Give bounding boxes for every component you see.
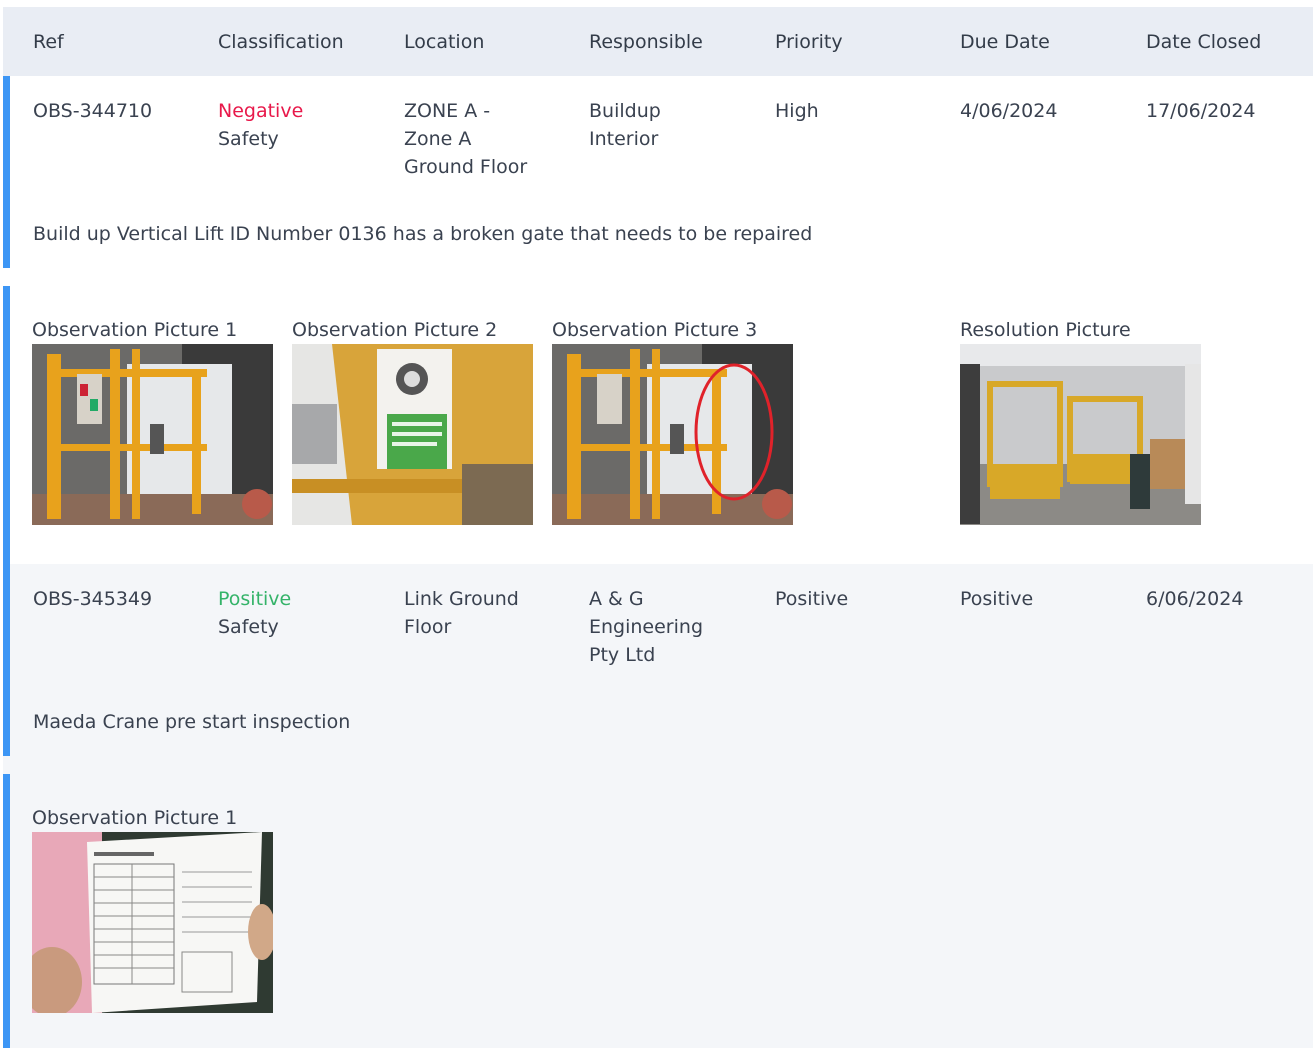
classification-sub: Safety <box>218 128 279 150</box>
table-row[interactable]: OBS-345349 Positive Safety Link Ground F… <box>3 564 1313 1048</box>
cell-date-closed: 17/06/2024 <box>1146 100 1256 122</box>
row-accent-bar <box>3 564 10 756</box>
header-responsible[interactable]: Responsible <box>589 31 703 53</box>
table-header: Ref Classification Location Responsible … <box>3 7 1313 76</box>
cell-date-closed: 6/06/2024 <box>1146 588 1244 610</box>
header-location[interactable]: Location <box>404 31 484 53</box>
header-classification[interactable]: Classification <box>218 31 344 53</box>
location-line: Zone A <box>404 128 472 150</box>
classification-type: Negative <box>218 100 304 122</box>
responsible-line: Buildup <box>589 100 661 122</box>
cell-location: ZONE A - Zone A Ground Floor <box>404 97 574 181</box>
cell-classification: Positive Safety <box>218 585 388 641</box>
picture-label: Observation Picture 2 <box>292 319 498 341</box>
observation-description: Build up Vertical Lift ID Number 0136 ha… <box>33 223 813 245</box>
lift-gate-photo[interactable] <box>32 344 273 525</box>
cell-ref: OBS-344710 <box>33 100 153 122</box>
row-accent-bar <box>3 76 10 268</box>
equipment-sticker-photo[interactable] <box>292 344 533 525</box>
lift-gate-circled-photo[interactable] <box>552 344 793 525</box>
row-accent-bar <box>3 774 10 1048</box>
row-accent-bar <box>3 286 10 566</box>
cell-due-date: 4/06/2024 <box>960 100 1058 122</box>
responsible-line: A & G <box>589 588 644 610</box>
cell-responsible: Buildup Interior <box>589 97 759 153</box>
location-line: Ground Floor <box>404 156 528 178</box>
header-due-date[interactable]: Due Date <box>960 31 1050 53</box>
header-ref[interactable]: Ref <box>33 31 64 53</box>
cell-priority: Positive <box>775 588 849 610</box>
responsible-line: Pty Ltd <box>589 644 656 666</box>
cell-due-date: Positive <box>960 588 1034 610</box>
picture-label: Observation Picture 3 <box>552 319 758 341</box>
responsible-line: Engineering <box>589 616 703 638</box>
inspection-form-photo[interactable] <box>32 832 273 1013</box>
observation-description: Maeda Crane pre start inspection <box>33 711 351 733</box>
classification-type: Positive <box>218 588 292 610</box>
location-line: Floor <box>404 616 452 638</box>
header-date-closed[interactable]: Date Closed <box>1146 31 1261 53</box>
responsible-line: Interior <box>589 128 659 150</box>
picture-label: Observation Picture 1 <box>32 807 238 829</box>
table-row[interactable]: OBS-344710 Negative Safety ZONE A - Zone… <box>3 76 1313 566</box>
picture-label: Resolution Picture <box>960 319 1131 341</box>
cell-location: Link Ground Floor <box>404 585 574 641</box>
location-line: Link Ground <box>404 588 519 610</box>
picture-label: Observation Picture 1 <box>32 319 238 341</box>
cell-responsible: A & G Engineering Pty Ltd <box>589 585 759 669</box>
header-priority[interactable]: Priority <box>775 31 843 53</box>
cell-priority: High <box>775 100 819 122</box>
classification-sub: Safety <box>218 616 279 638</box>
location-line: ZONE A - <box>404 100 491 122</box>
cell-ref: OBS-345349 <box>33 588 153 610</box>
lifts-storage-photo[interactable] <box>960 344 1201 525</box>
cell-classification: Negative Safety <box>218 97 388 153</box>
